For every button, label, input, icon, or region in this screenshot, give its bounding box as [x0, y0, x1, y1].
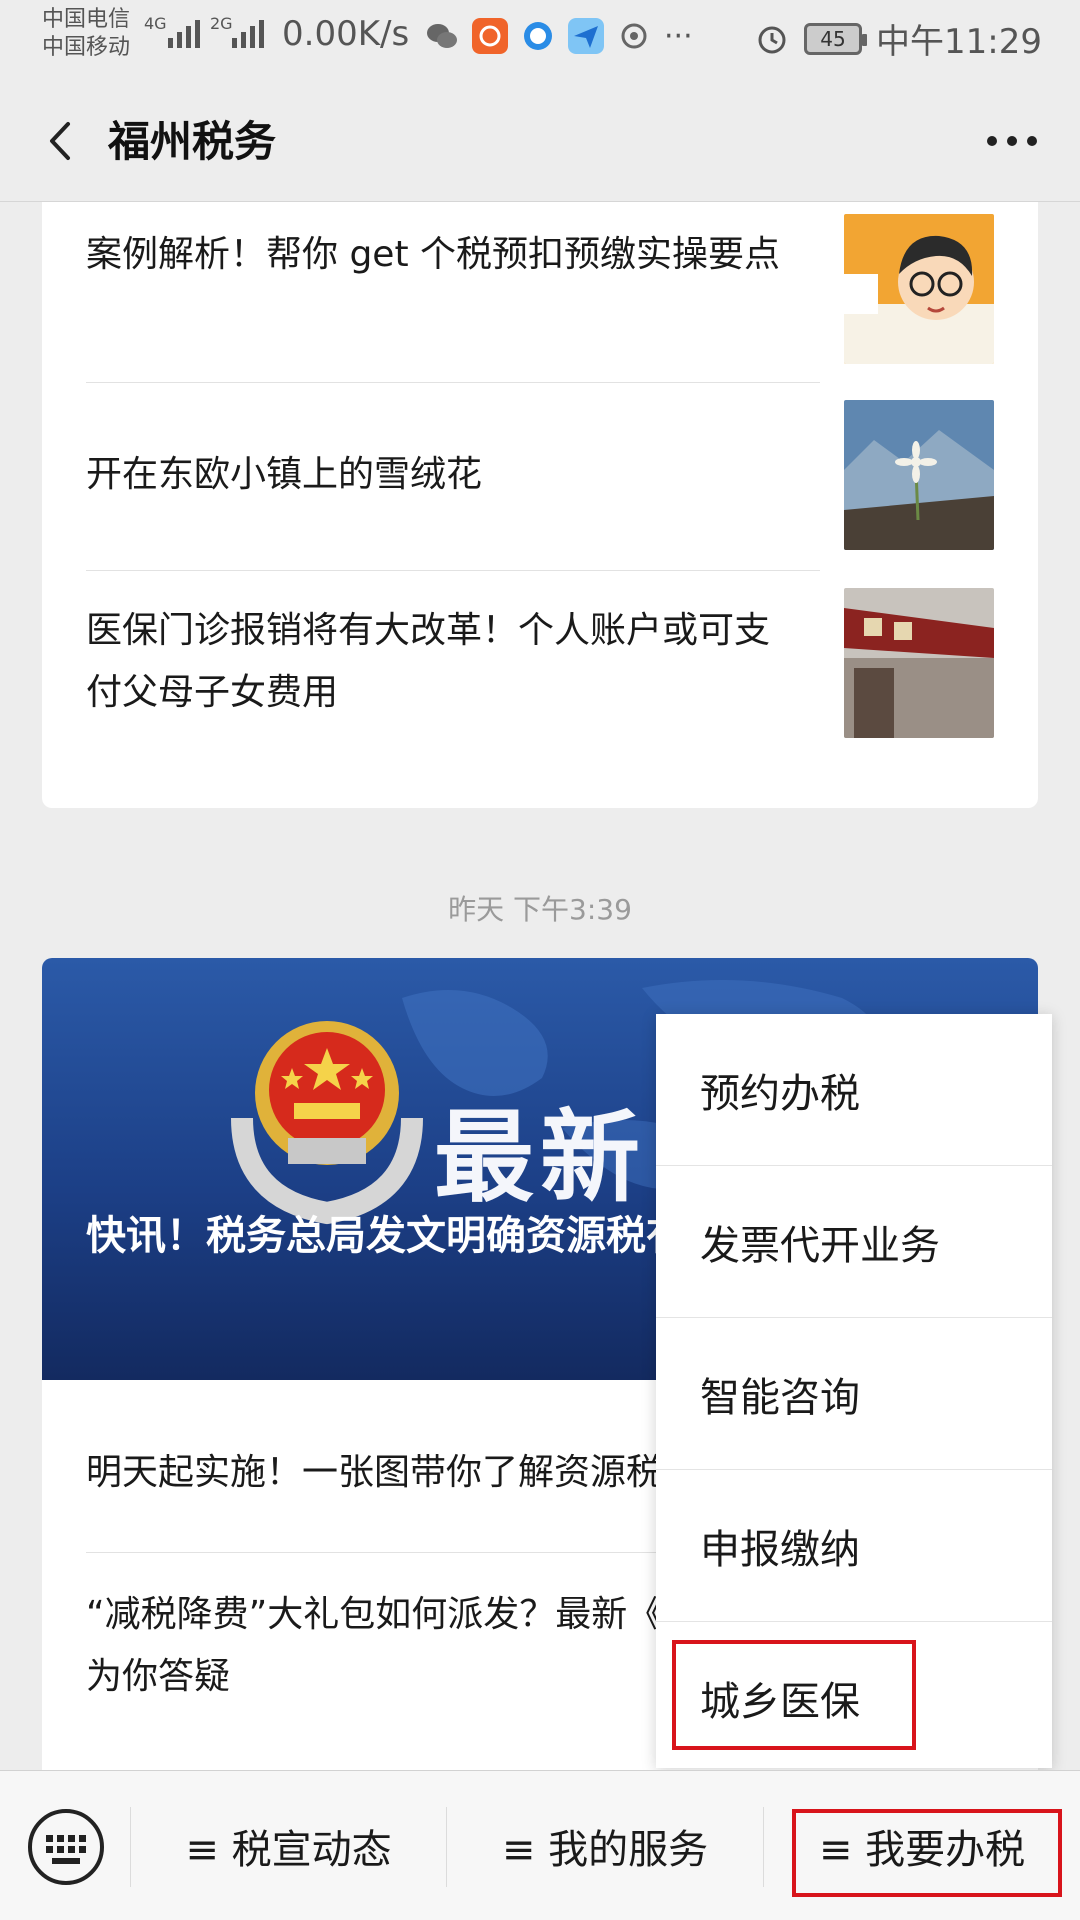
nav-header: 福州税务 [0, 78, 1080, 202]
status-right: 45 中午11:29 [754, 14, 1042, 63]
signal-icon [168, 20, 200, 48]
menu-item-label: 预约办税 [700, 1070, 860, 1117]
carrier-labels: 中国电信 中国移动 [42, 6, 130, 62]
more-notifications: ··· [664, 18, 693, 54]
highlight-box-menu-item [672, 1640, 916, 1750]
menu-item-label: 智能咨询 [700, 1374, 860, 1421]
tab-tax-news[interactable]: ≡ 税宣动态 [131, 1771, 446, 1920]
article-title: 开在东欧小镇上的雪绒花 [86, 454, 483, 495]
menu-item-invoice[interactable]: 发票代开业务 [656, 1166, 1052, 1318]
wechat-icon [427, 24, 457, 48]
bottom-menu-bar: ≡ 税宣动态 ≡ 我的服务 ≡ 我要办税 [0, 1770, 1080, 1920]
location-icon [621, 23, 647, 49]
article-thumbnail-clinic [844, 588, 994, 738]
article-item[interactable]: 开在东欧小镇上的雪绒花 [86, 400, 994, 550]
more-icon[interactable] [982, 126, 1042, 156]
page-title: 福州税务 [108, 117, 277, 166]
article-thumbnail-cartoon [844, 214, 994, 364]
service-submenu: 预约办税 发票代开业务 智能咨询 申报缴纳 城乡医保 [656, 1014, 1052, 1768]
divider [86, 570, 820, 571]
hero-banner-text: 最新 [434, 1099, 646, 1216]
message-timestamp: 昨天 下午3:39 [448, 893, 632, 926]
menu-item-appointment[interactable]: 预约办税 [656, 1014, 1052, 1166]
article-title: 医保门诊报销将有大改革！个人账户或可支付父母子女费用 [86, 610, 771, 713]
highlight-box-tab [792, 1809, 1062, 1897]
signal-icon-2 [232, 20, 264, 48]
divider [86, 382, 820, 383]
browser-icon [524, 22, 552, 50]
menu-item-consult[interactable]: 智能咨询 [656, 1318, 1052, 1470]
back-icon[interactable] [38, 116, 88, 166]
article-thumbnail-edelweiss [844, 400, 994, 550]
tab-my-services[interactable]: ≡ 我的服务 [447, 1771, 763, 1920]
carrier-1: 中国电信 [42, 7, 131, 32]
keyboard-icon[interactable] [26, 1807, 106, 1887]
menu-item-label: 发票代开业务 [700, 1222, 940, 1269]
network-type-1: 4G [144, 14, 167, 33]
network-type-2: 2G [210, 14, 233, 33]
notification-icons: ··· [424, 18, 693, 54]
clock: 中午11:29 [876, 22, 1042, 62]
app-icon-orange [472, 18, 508, 54]
article-item[interactable]: 医保门诊报销将有大改革！个人账户或可支付父母子女费用 [86, 588, 994, 738]
article-item[interactable]: 案例解析！帮你 get 个税预扣预缴实操要点 [86, 214, 994, 364]
net-speed: 0.00K/s [282, 14, 410, 54]
national-emblem-icon [231, 1021, 423, 1225]
battery-icon: 45 [804, 22, 868, 55]
send-icon [568, 18, 604, 54]
menu-item-declare[interactable]: 申报缴纳 [656, 1470, 1052, 1622]
alarm-icon [758, 26, 786, 53]
article-card: 案例解析！帮你 get 个税预扣预缴实操要点 开在东欧小镇上的雪绒花 医保门诊报… [42, 202, 1038, 808]
carrier-2: 中国移动 [42, 35, 131, 60]
article-title: 案例解析！帮你 get 个税预扣预缴实操要点 [86, 234, 781, 275]
status-bar: 中国电信 中国移动 4G 2G 0.00K/s ··· 45 中午11:29 [0, 0, 1080, 78]
menu-item-label: 申报缴纳 [700, 1526, 860, 1573]
